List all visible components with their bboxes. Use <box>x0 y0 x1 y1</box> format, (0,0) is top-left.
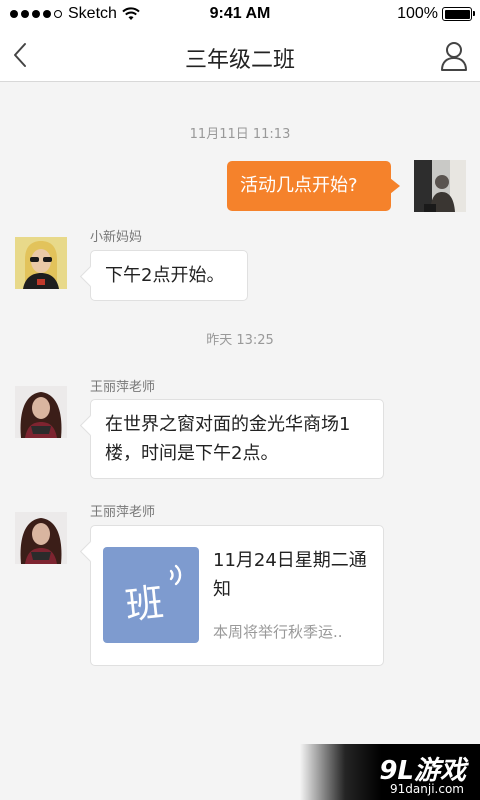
chat-timestamp: 11月11日 11:13 <box>189 127 291 142</box>
navigation-bar: 三年级二班 <box>0 30 480 82</box>
watermark-url: 91danji.com <box>390 782 464 796</box>
broadcast-icon <box>169 564 182 586</box>
battery-percent: 100% <box>397 5 438 22</box>
incoming-message[interactable]: 在世界之窗对面的金光华商场1楼，时间是下午2点。 <box>90 399 384 479</box>
class-logo-text: 班 <box>123 580 166 628</box>
status-bar: Sketch 9:41 AM 100% <box>0 0 480 30</box>
avatar-photo-icon <box>414 160 466 212</box>
group-profile-button[interactable] <box>440 40 468 72</box>
sender-avatar[interactable] <box>15 386 67 438</box>
sender-avatar[interactable] <box>15 237 67 289</box>
battery-fill <box>444 9 470 19</box>
avatar-photo-icon <box>15 386 67 438</box>
chat-timestamp: 昨天 13:25 <box>206 333 274 348</box>
page-title: 三年级二班 <box>184 48 295 73</box>
notice-title: 11月24日星期二通知 <box>213 550 367 600</box>
sender-name: 王丽萍老师 <box>90 505 156 520</box>
sender-name: 小新妈妈 <box>90 230 143 245</box>
notice-card[interactable]: 班 11月24日星期二通知 本周将举行秋季运.. <box>90 525 384 666</box>
watermark: 9L游戏 91danji.com <box>300 744 480 800</box>
status-right: 100% <box>397 5 475 23</box>
battery-icon <box>442 7 475 21</box>
avatar-photo-icon <box>15 237 67 289</box>
sender-avatar[interactable] <box>15 512 67 564</box>
sender-name: 王丽萍老师 <box>90 380 156 395</box>
my-avatar[interactable] <box>414 160 466 212</box>
outgoing-message[interactable]: 活动几点开始? <box>227 161 400 211</box>
notice-thumbnail: 班 <box>103 547 199 643</box>
notice-description: 本周将举行秋季运.. <box>213 623 343 641</box>
user-icon <box>441 42 467 71</box>
incoming-message[interactable]: 下午2点开始。 <box>90 250 248 301</box>
avatar-photo-icon <box>15 512 67 564</box>
